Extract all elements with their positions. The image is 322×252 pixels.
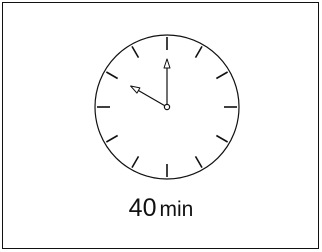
clock-center-pin [163, 103, 171, 111]
clock-tick [131, 155, 140, 169]
clock-tick [105, 134, 119, 143]
clock-tick [215, 134, 229, 143]
duration-unit: min [159, 198, 194, 221]
minute-hand [163, 58, 171, 107]
clock-tick [105, 71, 119, 80]
hour-hand [130, 85, 168, 108]
duration-caption: 40 min [0, 196, 322, 221]
clock-tick [194, 45, 203, 59]
clock-hands [130, 58, 171, 108]
clock-tick [131, 45, 140, 59]
clock-tick [194, 155, 203, 169]
duration-value: 40 [128, 194, 157, 222]
clock-tick [215, 71, 229, 80]
